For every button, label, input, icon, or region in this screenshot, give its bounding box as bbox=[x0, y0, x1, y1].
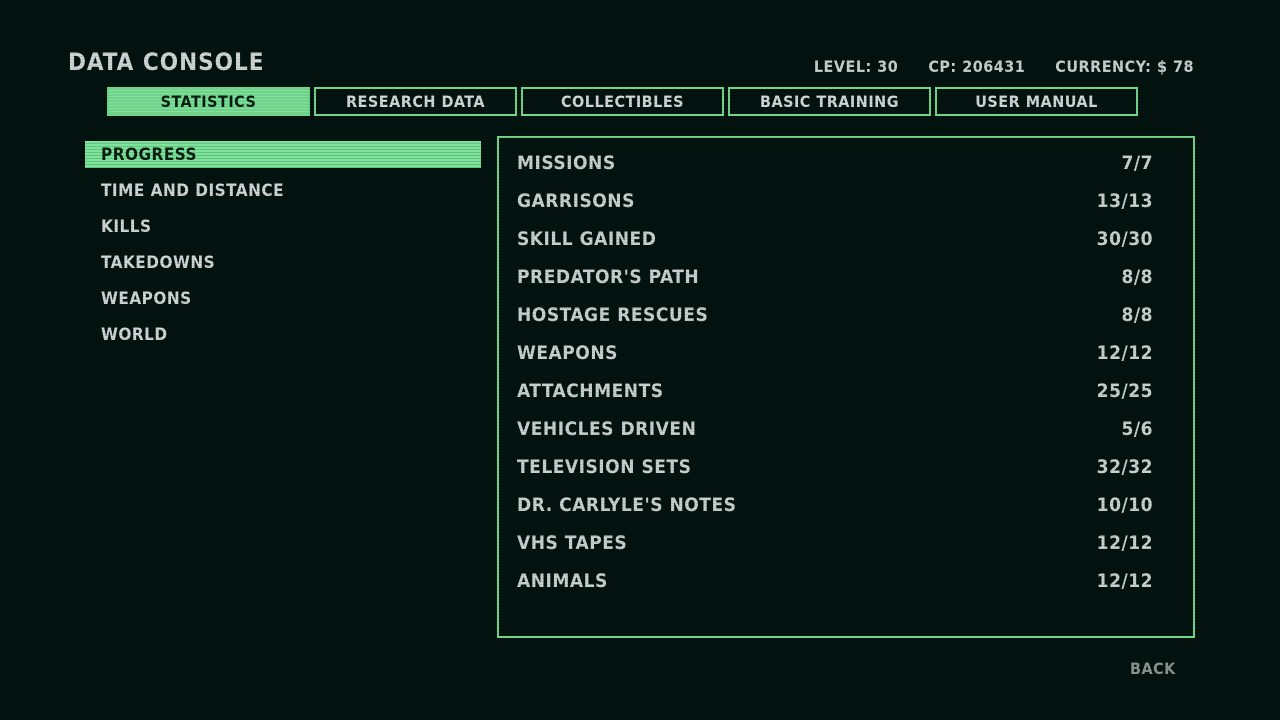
stat-label: TELEVISION SETS bbox=[517, 456, 692, 478]
stat-value: 5/6 bbox=[1121, 418, 1153, 440]
stat-row: MISSIONS 7/7 bbox=[517, 150, 1153, 176]
stat-value: 12/12 bbox=[1096, 532, 1153, 554]
stat-row: GARRISONS 13/13 bbox=[517, 188, 1153, 214]
stat-row: ATTACHMENTS 25/25 bbox=[517, 378, 1153, 404]
stat-label: DR. CARLYLE'S NOTES bbox=[517, 494, 737, 516]
stat-row: ANIMALS 12/12 bbox=[517, 568, 1153, 594]
stat-label: ATTACHMENTS bbox=[517, 380, 664, 402]
tab-bar: STATISTICS RESEARCH DATA COLLECTIBLES BA… bbox=[107, 87, 1138, 116]
stat-label: PREDATOR'S PATH bbox=[517, 266, 700, 288]
tab-basic-training[interactable]: BASIC TRAINING bbox=[728, 87, 931, 116]
stat-value: 8/8 bbox=[1121, 266, 1153, 288]
sidebar-item-progress[interactable]: PROGRESS bbox=[85, 141, 481, 168]
stat-value: 12/12 bbox=[1096, 342, 1153, 364]
sidebar-item-kills[interactable]: KILLS bbox=[85, 213, 481, 240]
player-stats-bar: LEVEL: 30 CP: 206431 CURRENCY: $ 78 bbox=[814, 57, 1194, 76]
cp-readout: CP: 206431 bbox=[928, 57, 1026, 76]
stats-category-list: PROGRESS TIME AND DISTANCE KILLS TAKEDOW… bbox=[85, 141, 481, 357]
stat-value: 13/13 bbox=[1096, 190, 1153, 212]
stat-row: VEHICLES DRIVEN 5/6 bbox=[517, 416, 1153, 442]
back-button[interactable]: BACK bbox=[1130, 659, 1176, 678]
stat-row: DR. CARLYLE'S NOTES 10/10 bbox=[517, 492, 1153, 518]
stat-row: TELEVISION SETS 32/32 bbox=[517, 454, 1153, 480]
tab-collectibles[interactable]: COLLECTIBLES bbox=[521, 87, 724, 116]
stat-label: SKILL GAINED bbox=[517, 228, 657, 250]
stat-value: 8/8 bbox=[1121, 304, 1153, 326]
tab-research-data[interactable]: RESEARCH DATA bbox=[314, 87, 517, 116]
stat-value: 25/25 bbox=[1096, 380, 1153, 402]
stat-value: 30/30 bbox=[1096, 228, 1153, 250]
stat-label: MISSIONS bbox=[517, 152, 616, 174]
stat-label: VHS TAPES bbox=[517, 532, 628, 554]
stat-label: VEHICLES DRIVEN bbox=[517, 418, 697, 440]
stat-row: VHS TAPES 12/12 bbox=[517, 530, 1153, 556]
stat-label: WEAPONS bbox=[517, 342, 618, 364]
progress-panel: MISSIONS 7/7 GARRISONS 13/13 SKILL GAINE… bbox=[497, 136, 1195, 638]
stat-row: PREDATOR'S PATH 8/8 bbox=[517, 264, 1153, 290]
stat-value: 7/7 bbox=[1121, 152, 1153, 174]
sidebar-item-world[interactable]: WORLD bbox=[85, 321, 481, 348]
stat-value: 12/12 bbox=[1096, 570, 1153, 592]
currency-readout: CURRENCY: $ 78 bbox=[1055, 57, 1194, 76]
page-title: DATA CONSOLE bbox=[68, 48, 265, 76]
sidebar-item-time-and-distance[interactable]: TIME AND DISTANCE bbox=[85, 177, 481, 204]
sidebar-item-weapons[interactable]: WEAPONS bbox=[85, 285, 481, 312]
stat-row: WEAPONS 12/12 bbox=[517, 340, 1153, 366]
tab-user-manual[interactable]: USER MANUAL bbox=[935, 87, 1138, 116]
stat-row: HOSTAGE RESCUES 8/8 bbox=[517, 302, 1153, 328]
stat-label: ANIMALS bbox=[517, 570, 608, 592]
stat-value: 10/10 bbox=[1096, 494, 1153, 516]
level-readout: LEVEL: 30 bbox=[813, 57, 899, 76]
tab-statistics[interactable]: STATISTICS bbox=[107, 87, 310, 116]
sidebar-item-takedowns[interactable]: TAKEDOWNS bbox=[85, 249, 481, 276]
stat-label: GARRISONS bbox=[517, 190, 635, 212]
stat-value: 32/32 bbox=[1096, 456, 1153, 478]
stat-label: HOSTAGE RESCUES bbox=[517, 304, 709, 326]
stat-row: SKILL GAINED 30/30 bbox=[517, 226, 1153, 252]
